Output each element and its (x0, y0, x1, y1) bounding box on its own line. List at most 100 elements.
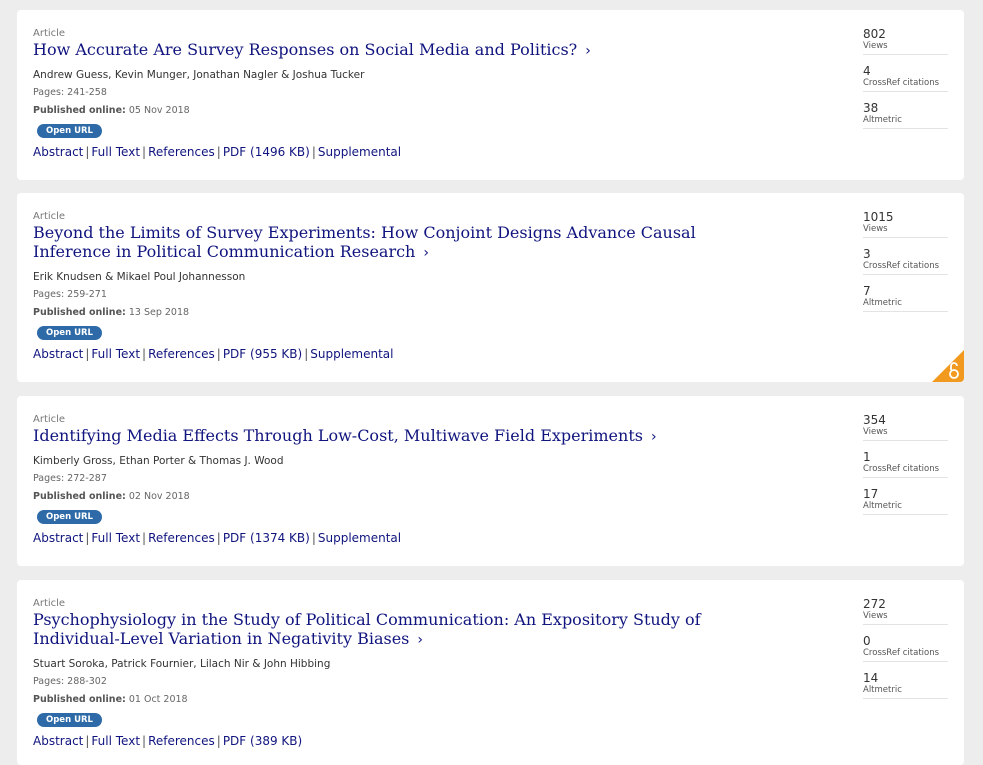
link-separator: | (142, 531, 147, 545)
metric-views: 1015 Views (863, 211, 948, 238)
metric-value: 38 (863, 101, 879, 115)
open-url-button[interactable]: Open URL (37, 326, 102, 340)
full-text-link[interactable]: Full Text (91, 734, 140, 748)
metric-views: 272 Views (863, 598, 948, 625)
link-separator: | (85, 531, 90, 545)
metric-value: 3 (863, 247, 871, 261)
link-separator: | (216, 347, 221, 361)
references-link[interactable]: References (148, 531, 215, 545)
full-text-link[interactable]: Full Text (91, 531, 140, 545)
published-date: Published online: 01 Oct 2018 (33, 694, 964, 706)
article-pages: Pages: 272-287 (33, 473, 107, 484)
metric-crossref-citations: 0 CrossRef citations (863, 635, 948, 662)
open-url-button[interactable]: Open URL (37, 713, 102, 727)
article-links: Abstract | Full Text | References | PDF (1496 … (33, 145, 964, 160)
full-text-link[interactable]: Full Text (91, 145, 140, 159)
article-title-text[interactable]: How Accurate Are Survey Responses on Soc… (33, 40, 577, 59)
link-separator: | (142, 145, 147, 159)
article-type: Article (33, 28, 66, 39)
article-card: Article How Accurate Are Survey Responses… (17, 10, 964, 180)
published-value: 13 Sep 2018 (128, 307, 190, 318)
metric-crossref-citations: 4 CrossRef citations (863, 65, 948, 92)
article-type: Article (33, 414, 66, 425)
supplemental-link[interactable]: Supplemental (318, 531, 401, 545)
article-authors[interactable]: Erik Knudsen & Mikael Poul Johannesson (33, 270, 964, 284)
published-value: 05 Nov 2018 (128, 105, 190, 116)
metric-value: 354 (863, 413, 886, 427)
published-label: Published online: (33, 105, 126, 116)
metric-label: CrossRef citations (863, 261, 940, 271)
article-title[interactable]: Psychophysiology in the Study of Politic… (33, 610, 763, 650)
open-access-icon (932, 350, 964, 382)
published-date: Published online: 13 Sep 2018 (33, 307, 964, 319)
article-pages: Pages: 259-271 (33, 289, 107, 300)
link-separator: | (216, 734, 221, 748)
metric-altmetric: 17 Altmetric (863, 488, 948, 515)
chevron-right-icon[interactable]: › (651, 428, 657, 447)
article-links: Abstract | Full Text | References | PDF (1374 … (33, 531, 964, 546)
metric-value: 1 (863, 450, 871, 464)
metric-label: Altmetric (863, 298, 902, 308)
metric-label: Altmetric (863, 501, 902, 511)
link-separator: | (85, 734, 90, 748)
abstract-link[interactable]: Abstract (33, 531, 83, 545)
published-date: Published online: 05 Nov 2018 (33, 105, 964, 117)
metric-value: 17 (863, 487, 879, 501)
article-authors[interactable]: Andrew Guess, Kevin Munger, Jonathan Nag… (33, 68, 964, 82)
link-separator: | (85, 145, 90, 159)
metric-label: Views (863, 611, 888, 621)
chevron-right-icon[interactable]: › (585, 42, 591, 61)
references-link[interactable]: References (148, 734, 215, 748)
link-separator: | (142, 734, 147, 748)
article-metrics: 802 Views 4 CrossRef citations 38 Altmetric (863, 28, 948, 139)
pdf-link[interactable]: PDF (1496 KB) (223, 145, 310, 159)
chevron-right-icon[interactable]: › (417, 631, 423, 650)
metric-views: 354 Views (863, 414, 948, 441)
article-content: Article Beyond the Limits of Survey Exper… (33, 211, 964, 362)
references-link[interactable]: References (148, 347, 215, 361)
references-link[interactable]: References (148, 145, 215, 159)
link-separator: | (304, 347, 309, 361)
metric-label: Altmetric (863, 685, 902, 695)
article-pages: Pages: 241-258 (33, 87, 107, 98)
metric-altmetric: 38 Altmetric (863, 102, 948, 129)
published-value: 01 Oct 2018 (128, 694, 188, 705)
article-title-text[interactable]: Beyond the Limits of Survey Experiments:… (33, 223, 696, 261)
open-url-button[interactable]: Open URL (37, 124, 102, 138)
pdf-link[interactable]: PDF (1374 KB) (223, 531, 310, 545)
abstract-link[interactable]: Abstract (33, 145, 83, 159)
link-separator: | (216, 531, 221, 545)
article-card: Article Identifying Media Effects Through… (17, 396, 964, 566)
abstract-link[interactable]: Abstract (33, 734, 83, 748)
article-title[interactable]: Beyond the Limits of Survey Experiments:… (33, 223, 763, 263)
open-url-button[interactable]: Open URL (37, 510, 102, 524)
published-value: 02 Nov 2018 (128, 491, 190, 502)
article-title-text[interactable]: Identifying Media Effects Through Low-Co… (33, 426, 643, 445)
metric-label: Views (863, 41, 888, 51)
article-metrics: 1015 Views 3 CrossRef citations 7 Altmetric (863, 211, 948, 322)
published-date: Published online: 02 Nov 2018 (33, 491, 964, 503)
metric-value: 0 (863, 634, 871, 648)
pdf-link[interactable]: PDF (389 KB) (223, 734, 302, 748)
pdf-link[interactable]: PDF (955 KB) (223, 347, 302, 361)
article-authors[interactable]: Stuart Soroka, Patrick Fournier, Lilach … (33, 657, 964, 671)
article-title[interactable]: How Accurate Are Survey Responses on Soc… (33, 40, 763, 61)
article-title[interactable]: Identifying Media Effects Through Low-Co… (33, 426, 763, 447)
full-text-link[interactable]: Full Text (91, 347, 140, 361)
published-label: Published online: (33, 491, 126, 502)
article-content: Article Identifying Media Effects Through… (33, 414, 964, 546)
metric-value: 14 (863, 671, 879, 685)
supplemental-link[interactable]: Supplemental (318, 145, 401, 159)
published-label: Published online: (33, 694, 126, 705)
supplemental-link[interactable]: Supplemental (310, 347, 393, 361)
abstract-link[interactable]: Abstract (33, 347, 83, 361)
article-authors[interactable]: Kimberly Gross, Ethan Porter & Thomas J.… (33, 454, 964, 468)
link-separator: | (311, 145, 316, 159)
metric-altmetric: 14 Altmetric (863, 672, 948, 699)
metric-value: 272 (863, 597, 886, 611)
article-links: Abstract | Full Text | References | PDF (389 K… (33, 734, 964, 749)
article-content: Article How Accurate Are Survey Responses… (33, 28, 964, 160)
article-type: Article (33, 211, 66, 222)
chevron-right-icon[interactable]: › (423, 244, 429, 263)
article-title-text[interactable]: Psychophysiology in the Study of Politic… (33, 610, 701, 648)
